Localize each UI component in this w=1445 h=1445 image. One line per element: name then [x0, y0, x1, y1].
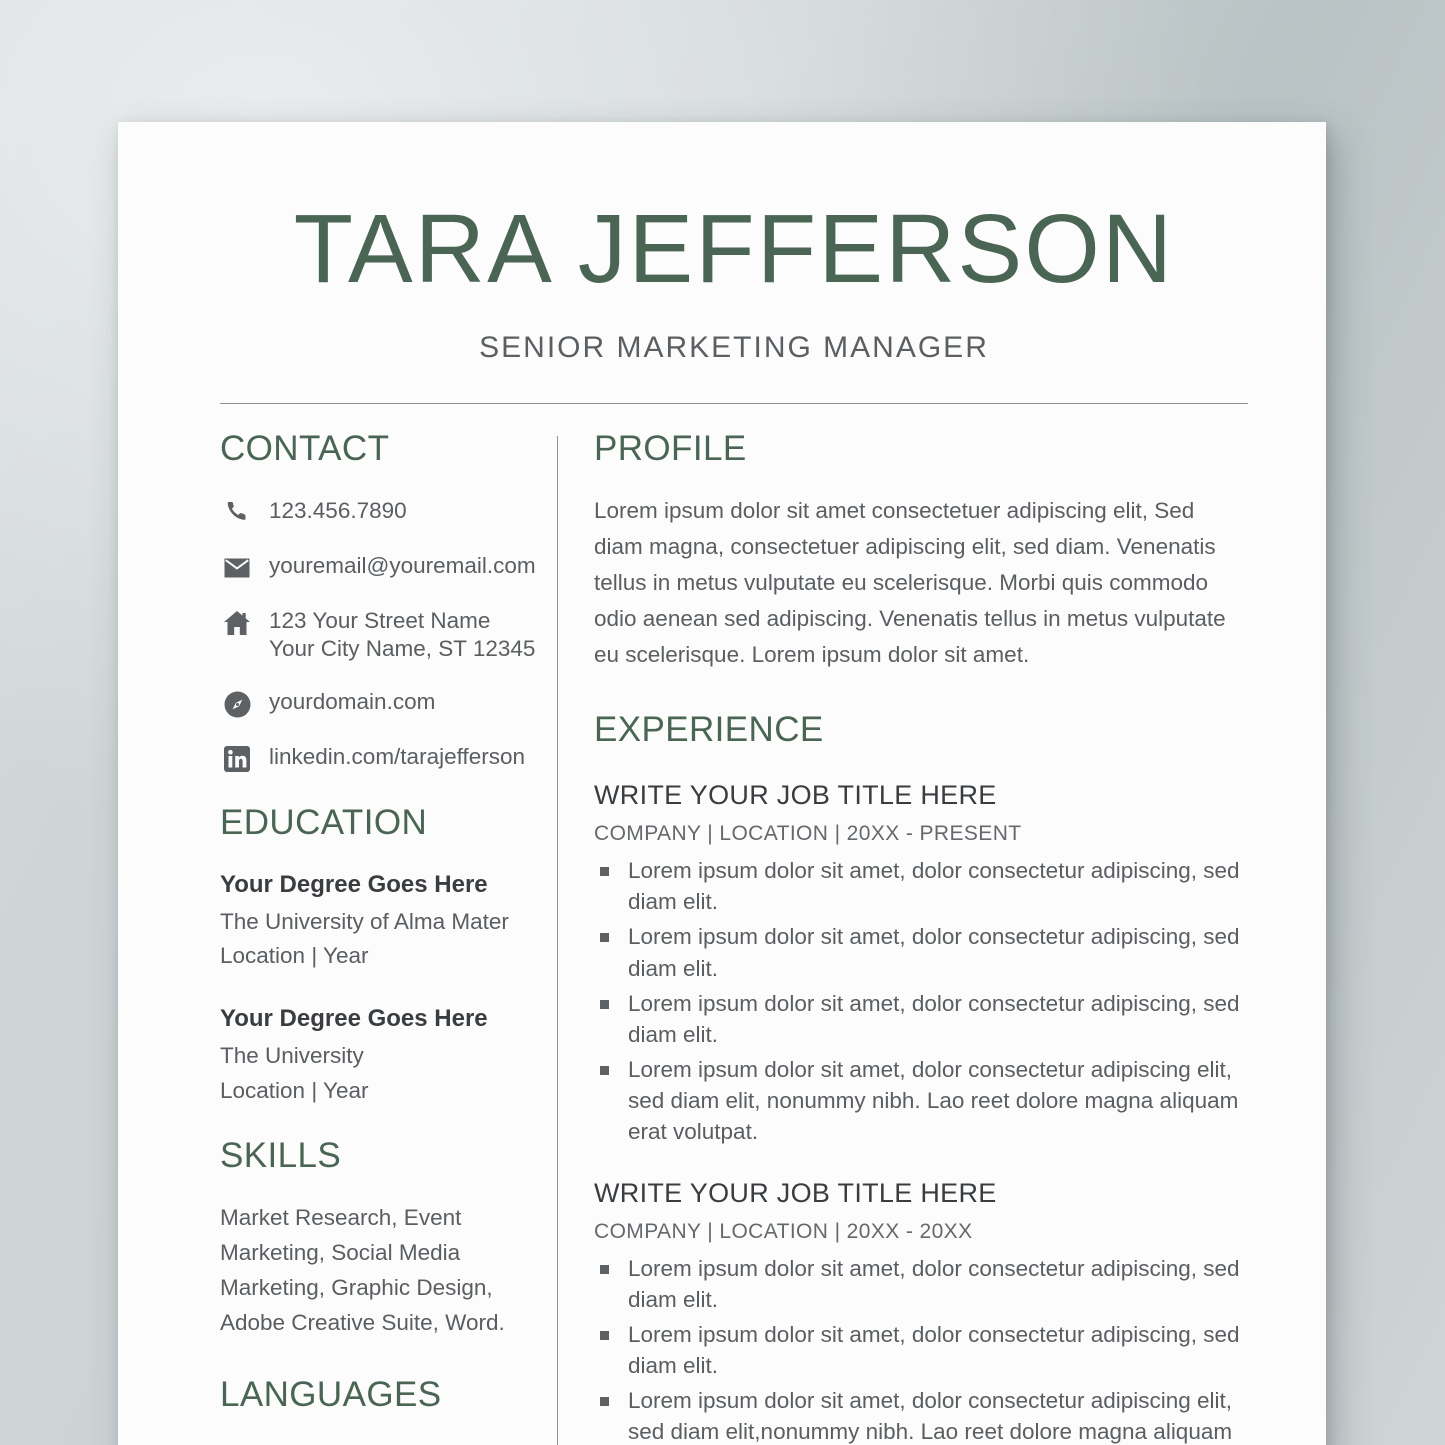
job-role-subtitle: SENIOR MARKETING MANAGER	[479, 331, 989, 364]
languages-text: English | Fluent	[220, 1439, 539, 1445]
page-title: TARA JEFFERSON	[293, 194, 1175, 303]
bullet-square-icon	[600, 867, 609, 877]
education-school: The University	[220, 1043, 364, 1069]
bullet-square-icon	[600, 1331, 609, 1341]
envelope-icon	[220, 553, 254, 583]
contact-value-website: yourdomain.com	[269, 689, 436, 715]
education-item: Your Degree Goes Here The University Loc…	[220, 1003, 539, 1107]
bullet-square-icon	[600, 1265, 609, 1275]
section-heading-skills: SKILLS	[220, 1136, 342, 1176]
section-heading-experience: EXPERIENCE	[594, 709, 824, 749]
job-bullet-text: Lorem ipsum dolor sit amet, dolor consec…	[628, 1056, 1239, 1144]
contact-item-linkedin[interactable]: linkedin.com/tarajefferson	[220, 742, 539, 774]
skills-text: Market Research, Event Marketing, Social…	[220, 1204, 505, 1336]
job-meta: COMPANY | LOCATION | 20XX - 20XX	[594, 1220, 973, 1244]
job-bullet-list: Lorem ipsum dolor sit amet, dolor consec…	[594, 1253, 1248, 1445]
job-bullet: Lorem ipsum dolor sit amet, dolor consec…	[594, 921, 1248, 983]
sidebar-column: CONTACT 123.456.7890 youremail@youremail…	[220, 429, 557, 1445]
contact-item-phone[interactable]: 123.456.7890	[220, 496, 539, 528]
education-degree: Your Degree Goes Here	[220, 870, 488, 898]
job-bullet: Lorem ipsum dolor sit amet, dolor consec…	[594, 1385, 1248, 1445]
education-item: Your Degree Goes Here The University of …	[220, 869, 539, 973]
contact-item-website[interactable]: yourdomain.com	[220, 687, 539, 719]
contact-item-email[interactable]: youremail@youremail.com	[220, 551, 539, 583]
experience-item: WRITE YOUR JOB TITLE HERE COMPANY | LOCA…	[594, 779, 1248, 1147]
main-column: PROFILE Lorem ipsum dolor sit amet conse…	[558, 429, 1248, 1445]
bullet-square-icon	[600, 1065, 609, 1075]
bullet-square-icon	[600, 933, 609, 943]
education-list: Your Degree Goes Here The University of …	[220, 869, 539, 1108]
job-bullet: Lorem ipsum dolor sit amet, dolor consec…	[594, 1319, 1248, 1381]
section-heading-contact: CONTACT	[220, 429, 390, 468]
education-meta: Location | Year	[220, 943, 369, 969]
contact-value-email: youremail@youremail.com	[269, 552, 536, 578]
header-divider	[220, 403, 1248, 404]
profile-text: Lorem ipsum dolor sit amet consectetuer …	[594, 497, 1226, 667]
phone-icon	[220, 498, 254, 528]
job-bullet-text: Lorem ipsum dolor sit amet, dolor consec…	[628, 1322, 1240, 1379]
job-title: WRITE YOUR JOB TITLE HERE	[594, 1177, 997, 1208]
contact-value-linkedin: linkedin.com/tarajefferson	[269, 744, 525, 770]
contact-value-address: 123 Your Street Name Your City Name, ST …	[269, 607, 536, 662]
job-bullet-list: Lorem ipsum dolor sit amet, dolor consec…	[594, 855, 1248, 1146]
contact-list: 123.456.7890 youremail@youremail.com 123…	[220, 496, 539, 775]
bullet-square-icon	[600, 1397, 609, 1407]
education-degree: Your Degree Goes Here	[220, 1005, 488, 1033]
job-bullet: Lorem ipsum dolor sit amet, dolor consec…	[594, 1253, 1248, 1315]
linkedin-icon	[220, 744, 254, 774]
bullet-square-icon	[600, 999, 609, 1009]
job-bullet-text: Lorem ipsum dolor sit amet, dolor consec…	[628, 1256, 1240, 1313]
job-bullet: Lorem ipsum dolor sit amet, dolor consec…	[594, 988, 1248, 1050]
job-bullet-text: Lorem ipsum dolor sit amet, dolor consec…	[628, 1388, 1233, 1445]
resume-page: TARA JEFFERSON SENIOR MARKETING MANAGER …	[118, 122, 1326, 1445]
education-meta: Location | Year	[220, 1077, 369, 1103]
resume-columns: CONTACT 123.456.7890 youremail@youremail…	[220, 429, 1248, 1445]
job-meta: COMPANY | LOCATION | 20XX - PRESENT	[594, 822, 1022, 846]
job-bullet-text: Lorem ipsum dolor sit amet, dolor consec…	[628, 990, 1240, 1047]
section-heading-languages: LANGUAGES	[220, 1375, 442, 1415]
job-bullet-text: Lorem ipsum dolor sit amet, dolor consec…	[628, 924, 1240, 981]
section-heading-education: EDUCATION	[220, 803, 428, 843]
job-bullet-text: Lorem ipsum dolor sit amet, dolor consec…	[628, 858, 1240, 915]
job-bullet: Lorem ipsum dolor sit amet, dolor consec…	[594, 1054, 1248, 1147]
section-heading-profile: PROFILE	[594, 429, 747, 468]
contact-value-phone: 123.456.7890	[269, 497, 407, 523]
education-school: The University of Alma Mater	[220, 908, 509, 934]
contact-item-address[interactable]: 123 Your Street Name Your City Name, ST …	[220, 606, 539, 665]
home-icon	[220, 608, 254, 638]
experience-item: WRITE YOUR JOB TITLE HERE COMPANY | LOCA…	[594, 1177, 1248, 1445]
job-title: WRITE YOUR JOB TITLE HERE	[594, 780, 997, 810]
job-bullet: Lorem ipsum dolor sit amet, dolor consec…	[594, 855, 1248, 917]
compass-icon	[220, 689, 254, 719]
